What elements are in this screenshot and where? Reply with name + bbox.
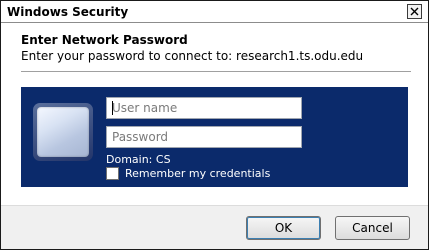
remember-checkbox[interactable] xyxy=(106,167,119,180)
credential-panel: Domain: CS Remember my credentials xyxy=(21,87,408,187)
user-tile-glass xyxy=(37,107,89,157)
close-button[interactable] xyxy=(407,4,422,19)
remember-credentials-option[interactable]: Remember my credentials xyxy=(106,167,270,180)
separator xyxy=(21,71,411,72)
user-tile-icon xyxy=(33,103,93,161)
button-bar: OK Cancel xyxy=(1,205,428,249)
username-input[interactable] xyxy=(106,97,302,119)
dialog-heading: Enter Network Password xyxy=(21,33,188,47)
window-title: Windows Security xyxy=(7,5,129,19)
password-input[interactable] xyxy=(106,126,302,148)
cancel-button[interactable]: Cancel xyxy=(335,216,410,240)
remember-label: Remember my credentials xyxy=(125,167,271,180)
text-caret xyxy=(112,101,113,115)
ok-button[interactable]: OK xyxy=(246,216,321,240)
dialog-subtext: Enter your password to connect to: resea… xyxy=(21,49,364,63)
title-bar[interactable]: Windows Security xyxy=(1,1,428,23)
windows-security-dialog: Windows Security Enter Network Password … xyxy=(0,0,429,250)
domain-label: Domain: CS xyxy=(106,153,171,166)
close-icon xyxy=(410,7,419,16)
